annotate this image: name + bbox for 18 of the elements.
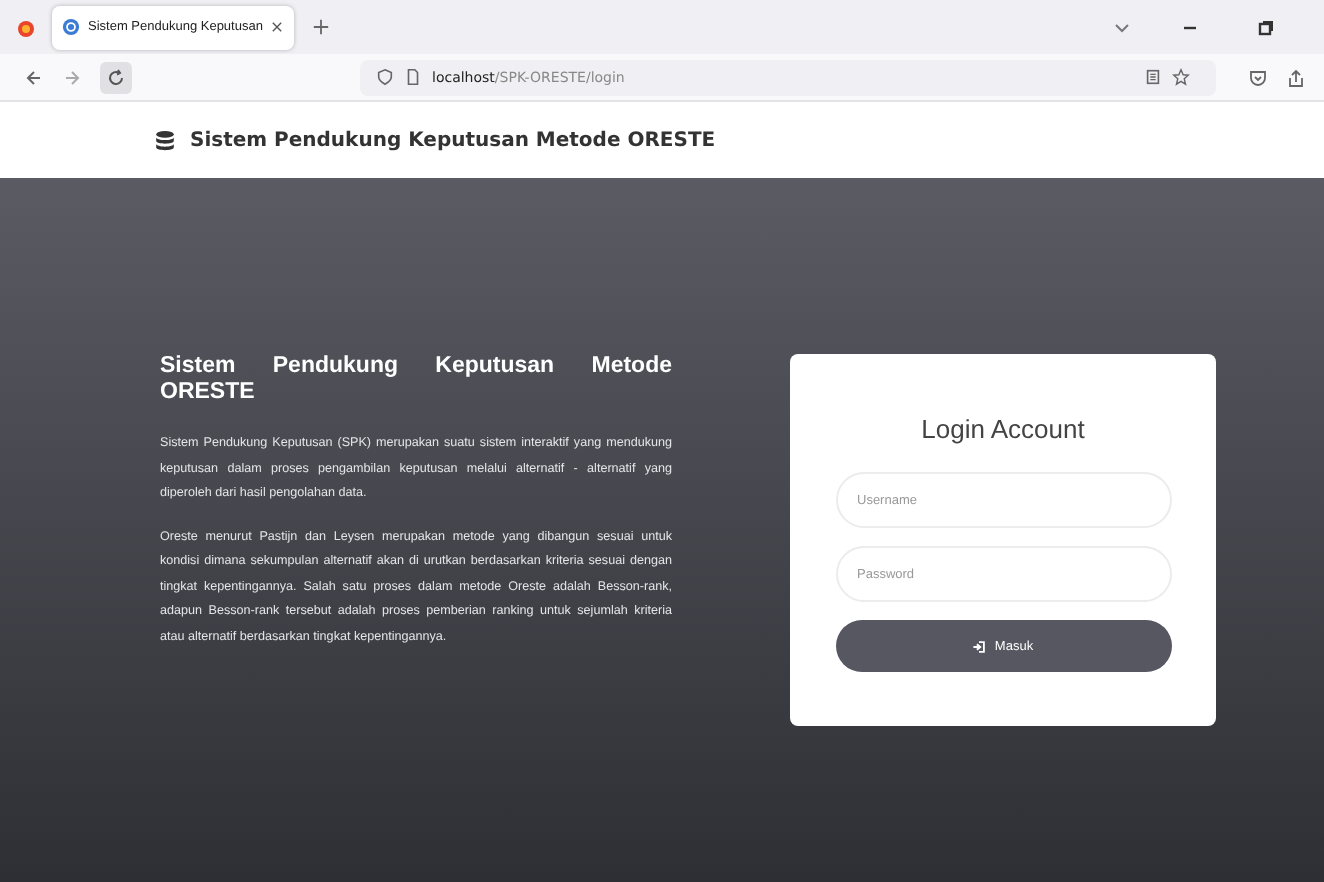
back-icon[interactable] [24,67,44,87]
pocket-icon[interactable] [1248,67,1268,87]
sign-in-icon [972,639,987,653]
database-icon [154,129,176,151]
restore-icon[interactable] [1256,17,1276,37]
intro-heading: Sistem Pendukung Keputusan Metode ORESTE [160,354,672,406]
page-icon [404,68,422,86]
reload-icon[interactable] [100,61,132,93]
new-tab-icon[interactable] [312,18,331,36]
globe-icon [62,18,80,36]
browser-logo-icon [16,17,36,37]
star-icon[interactable] [1172,68,1190,86]
shield-icon [376,68,394,86]
site-title: Sistem Pendukung Keputusan Metode ORESTE [190,129,716,151]
login-title: Login Account [921,414,1085,444]
share-icon[interactable] [1286,67,1306,87]
close-icon[interactable] [270,20,285,34]
reader-view-icon[interactable] [1144,68,1162,86]
